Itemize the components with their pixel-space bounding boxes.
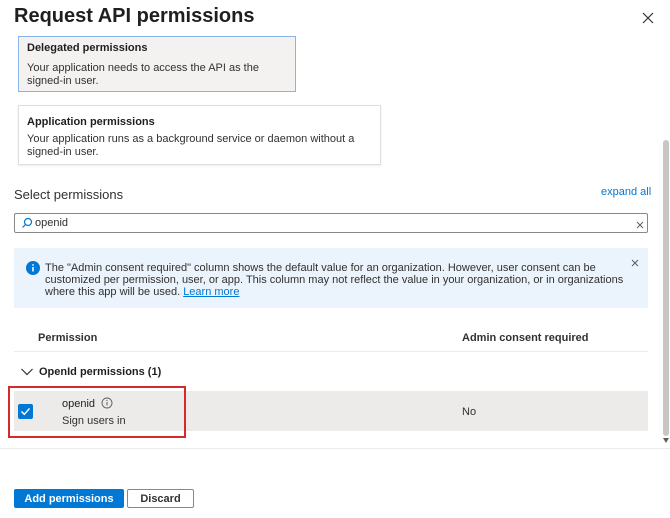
application-permissions-description-line2: signed-in user.: [27, 146, 99, 158]
clear-search-icon[interactable]: [635, 218, 645, 229]
delegated-permissions-title: Delegated permissions: [27, 42, 148, 54]
learn-more-link[interactable]: Learn more: [183, 286, 239, 298]
footer-divider: [0, 448, 670, 449]
permission-admin-consent: No: [462, 406, 477, 418]
select-permissions-label: Select permissions: [14, 187, 124, 202]
application-permissions-title: Application permissions: [27, 116, 155, 128]
search-input[interactable]: [35, 215, 625, 231]
add-permissions-button[interactable]: Add permissions: [14, 489, 124, 508]
panel-title: Request API permissions: [14, 5, 255, 27]
dismiss-icon[interactable]: [630, 256, 640, 267]
info-message-bar: The "Admin consent required" column show…: [14, 248, 648, 308]
column-header-permission: Permission: [38, 332, 98, 344]
group-label: OpenId permissions (1): [39, 366, 162, 378]
discard-button[interactable]: Discard: [127, 489, 194, 508]
delegated-permissions-card[interactable]: Delegated permissions Your application n…: [18, 36, 296, 92]
application-permissions-description-line1: Your application runs as a background se…: [27, 133, 355, 145]
table-header: Permission Admin consent required: [14, 324, 648, 352]
search-icon: [21, 217, 33, 229]
delegated-permissions-description-line1: Your application needs to access the API…: [27, 62, 259, 74]
expand-all-link[interactable]: expand all: [601, 186, 651, 198]
info-icon: [26, 261, 40, 275]
info-message-body: The "Admin consent required" column show…: [45, 262, 624, 298]
application-permissions-card[interactable]: Application permissions Your application…: [18, 105, 381, 165]
column-header-admin-consent: Admin consent required: [462, 332, 589, 344]
search-box[interactable]: [14, 213, 648, 233]
group-row-openid[interactable]: OpenId permissions (1): [14, 360, 648, 384]
close-icon: [642, 12, 654, 24]
info-message-text: The "Admin consent required" column show…: [45, 262, 631, 298]
chevron-down-icon: [20, 365, 34, 379]
close-button[interactable]: [638, 8, 658, 28]
scrollbar-thumb[interactable]: [663, 140, 669, 436]
scrollbar[interactable]: [662, 40, 670, 448]
delegated-permissions-description-line2: signed-in user.: [27, 75, 99, 87]
scroll-down-arrow-icon[interactable]: [663, 438, 669, 443]
red-highlight-annotation: [8, 386, 186, 438]
